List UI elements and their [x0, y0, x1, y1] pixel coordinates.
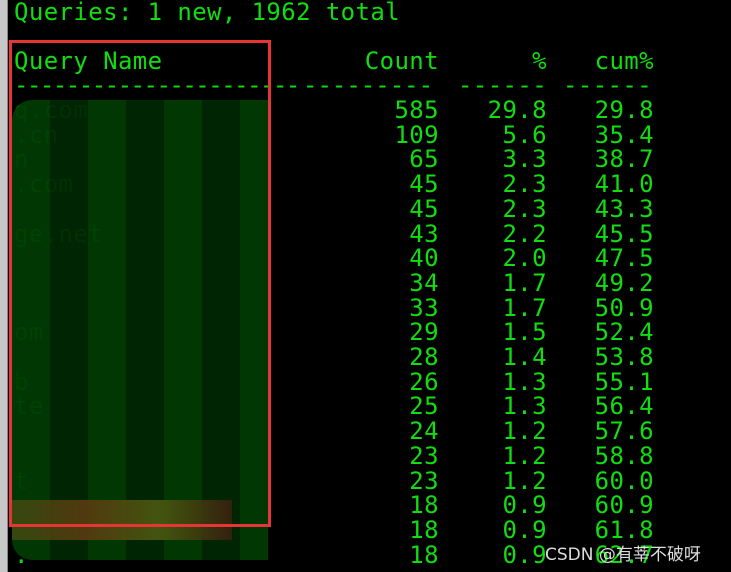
row-count: 585 [394, 96, 439, 124]
row-count: 28 [409, 343, 439, 371]
row-cum: 41.0 [594, 170, 654, 199]
row-count: 23 [409, 466, 439, 495]
row-pct: 29.8 [487, 96, 547, 124]
row-pct: 1.7 [502, 293, 547, 322]
row-cum: 38.7 [594, 145, 654, 174]
watermark: CSDN @有莘不破呀 [545, 545, 701, 565]
row-pct: 1.3 [502, 392, 547, 421]
row-cum: 43.3 [594, 194, 654, 223]
row-pct: 0.9 [502, 515, 547, 544]
row-pct: 2.3 [502, 194, 547, 223]
row-cum: 57.6 [594, 417, 654, 446]
row-cum: 60.9 [594, 491, 654, 520]
row-cum: 35.4 [594, 120, 654, 149]
row-count: 24 [409, 417, 439, 446]
window-left-border [0, 0, 8, 572]
row-pct: 0.9 [502, 491, 547, 520]
row-count: 23 [409, 441, 439, 470]
row-cum: 53.8 [594, 343, 654, 371]
col-cum: cum% [594, 47, 654, 75]
row-pct: 1.2 [502, 417, 547, 446]
row-pct: 3.3 [502, 145, 547, 174]
row-cum: 47.5 [594, 244, 654, 273]
row-cum: 29.8 [594, 96, 654, 124]
row-count: 45 [409, 170, 439, 199]
row-pct: 1.5 [502, 318, 547, 347]
row-count: 43 [409, 219, 439, 248]
row-cum: 58.8 [594, 441, 654, 470]
row-pct: 5.6 [502, 120, 547, 149]
row-count: 65 [409, 145, 439, 174]
row-count: 18 [409, 540, 439, 569]
queries-summary: Queries: 1 new, 1962 total [14, 0, 401, 26]
row-count: 45 [409, 194, 439, 223]
row-pct: 2.2 [502, 219, 547, 248]
row-cum: 49.2 [594, 268, 654, 297]
row-pct: 0.9 [502, 540, 547, 569]
row-count: 109 [394, 120, 439, 149]
row-cum: 52.4 [594, 318, 654, 347]
row-pct: 1.4 [502, 343, 547, 371]
highlight-box [9, 40, 271, 527]
row-pct: 2.0 [502, 244, 547, 273]
row-count: 33 [409, 293, 439, 322]
row-count: 40 [409, 244, 439, 273]
row-count: 26 [409, 367, 439, 396]
row-pct: 1.7 [502, 268, 547, 297]
row-count: 25 [409, 392, 439, 421]
row-cum: 45.5 [594, 219, 654, 248]
row-cum: 61.8 [594, 515, 654, 544]
row-pct: 2.3 [502, 170, 547, 199]
row-cum: 55.1 [594, 367, 654, 396]
row-count: 18 [409, 491, 439, 520]
row-cum: 60.0 [594, 466, 654, 495]
row-count: 18 [409, 515, 439, 544]
divider-count: --------- [303, 71, 434, 99]
row-count: 29 [409, 318, 439, 347]
row-pct: 1.2 [502, 441, 547, 470]
col-pct: % [532, 47, 547, 75]
row-count: 34 [409, 268, 439, 297]
row-cum: 50.9 [594, 293, 654, 322]
divider-cum: ------ [563, 71, 653, 99]
row-cum: 56.4 [594, 392, 654, 421]
row-pct: 1.2 [502, 466, 547, 495]
row-pct: 1.3 [502, 367, 547, 396]
col-count: Count [364, 47, 439, 75]
divider-pct: ------ [458, 71, 548, 99]
